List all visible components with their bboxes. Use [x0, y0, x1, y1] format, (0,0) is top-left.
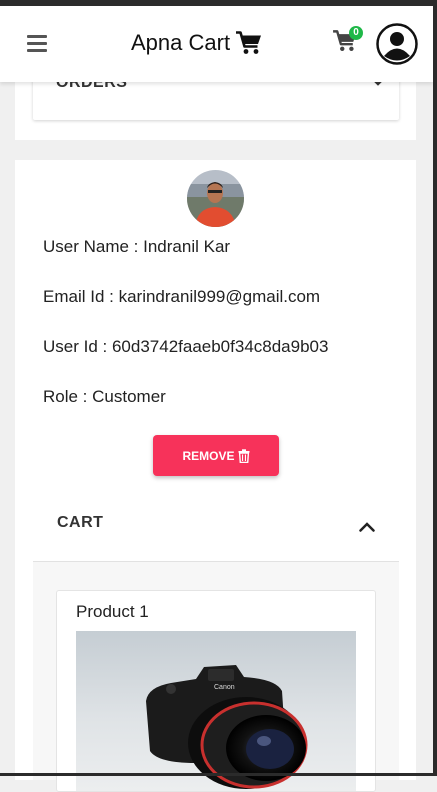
- product-title: Product 1: [76, 602, 149, 621]
- user-id: User Id : 60d3742faaeb0f34c8da9b03: [43, 337, 329, 356]
- brand-name: Apna Cart: [131, 30, 231, 55]
- product-card[interactable]: Product 1 Canon: [56, 590, 376, 792]
- cart-icon: [236, 31, 262, 54]
- trash-icon: [238, 448, 249, 463]
- nav-cart-button[interactable]: 0: [333, 26, 363, 56]
- brand[interactable]: Apna Cart: [131, 30, 262, 56]
- window-frame-top: [0, 0, 437, 6]
- remove-button-label: REMOVE: [182, 448, 235, 463]
- user-role: Role : Customer: [43, 387, 166, 406]
- hamburger-icon[interactable]: [27, 35, 47, 52]
- top-navbar: Apna Cart 0: [0, 6, 433, 82]
- cart-label: CART: [57, 514, 104, 531]
- product-image: Canon: [76, 631, 356, 791]
- user-card: User Name : Indranil Kar Email Id : kari…: [15, 160, 416, 792]
- remove-user-button[interactable]: REMOVE: [153, 435, 279, 476]
- window-frame-right: [433, 0, 437, 776]
- user-name: User Name : Indranil Kar: [43, 237, 231, 256]
- cart-count-badge: 0: [349, 26, 363, 40]
- chevron-up-icon[interactable]: [359, 522, 375, 532]
- cart-accordion-header[interactable]: CART: [33, 493, 399, 562]
- account-icon: [376, 23, 418, 65]
- account-avatar-button[interactable]: [376, 23, 418, 65]
- user-email: Email Id : karindranil999@gmail.com: [43, 287, 321, 306]
- user-avatar: [187, 170, 244, 227]
- svg-text:Canon: Canon: [214, 684, 235, 691]
- cart-accordion-body: Product 1 Canon: [33, 562, 399, 792]
